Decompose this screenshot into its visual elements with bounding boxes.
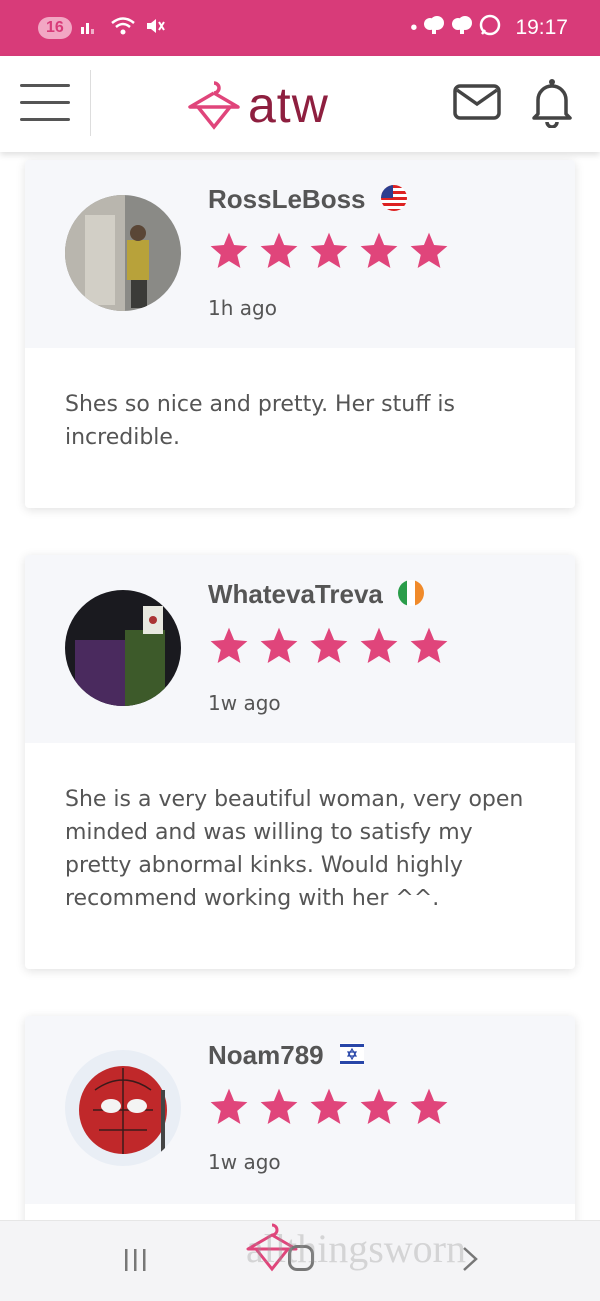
app-header: atw xyxy=(0,56,600,152)
star-icon xyxy=(260,1088,298,1124)
star-icon xyxy=(360,232,398,268)
cloud-icon xyxy=(423,15,445,41)
review-header: Noam789 1w ago xyxy=(25,1016,575,1204)
star-icon xyxy=(360,627,398,663)
review-card: Noam789 1w ago xyxy=(25,1016,575,1220)
ireland-flag-icon xyxy=(398,579,425,613)
star-icon xyxy=(210,232,248,268)
atw-logo[interactable]: atw xyxy=(186,70,329,140)
star-icon xyxy=(210,627,248,663)
avatar[interactable] xyxy=(65,195,181,311)
notification-count-badge: 16 xyxy=(38,17,72,39)
star-icon xyxy=(410,627,448,663)
hamburger-icon[interactable] xyxy=(20,84,70,124)
review-time: 1w ago xyxy=(208,691,281,715)
review-card: WhatevaTreva 1w ago She is a very beauti… xyxy=(25,555,575,969)
avatar[interactable] xyxy=(65,1050,181,1166)
username-text: Noam789 xyxy=(208,1040,324,1070)
whatsapp-icon xyxy=(479,14,501,42)
bell-icon[interactable] xyxy=(530,78,574,132)
header-divider xyxy=(90,70,91,136)
star-rating xyxy=(208,1086,450,1128)
review-header: WhatevaTreva 1w ago xyxy=(25,555,575,743)
review-username[interactable]: Noam789 xyxy=(208,1040,365,1074)
logo-text: atw xyxy=(248,77,329,133)
dot-icon: • xyxy=(410,16,418,39)
wifi-icon xyxy=(110,16,136,41)
review-username[interactable]: WhatevaTreva xyxy=(208,579,425,613)
system-nav-bar: allthingsworn xyxy=(0,1220,600,1301)
star-icon xyxy=(310,627,348,663)
review-header: RossLeBoss 1h ago xyxy=(25,160,575,348)
cloud-icon xyxy=(451,15,473,41)
watermark-text: allthingsworn xyxy=(246,1226,466,1271)
review-time: 1h ago xyxy=(208,296,277,320)
star-icon xyxy=(260,627,298,663)
review-card: RossLeBoss 1h ago Shes so nice and prett… xyxy=(25,160,575,508)
recents-icon[interactable] xyxy=(122,1247,150,1277)
review-text: She is a very beautiful woman, very open… xyxy=(65,787,524,911)
hanger-logo-icon xyxy=(188,81,240,130)
signal-icon xyxy=(80,17,102,40)
star-icon xyxy=(410,1088,448,1124)
israel-flag-icon xyxy=(339,1041,365,1074)
star-icon xyxy=(360,1088,398,1124)
reviews-feed[interactable]: RossLeBoss 1h ago Shes so nice and prett… xyxy=(0,152,600,1220)
mute-icon xyxy=(144,16,166,41)
us-flag-icon xyxy=(380,184,407,218)
star-icon xyxy=(310,1088,348,1124)
back-icon[interactable] xyxy=(460,1245,480,1277)
star-icon xyxy=(410,232,448,268)
review-username[interactable]: RossLeBoss xyxy=(208,184,407,218)
username-text: WhatevaTreva xyxy=(208,579,383,609)
star-icon xyxy=(260,232,298,268)
username-text: RossLeBoss xyxy=(208,184,366,214)
mail-icon[interactable] xyxy=(453,84,501,124)
review-text: Shes so nice and pretty. Her stuff is in… xyxy=(65,392,455,450)
avatar[interactable] xyxy=(65,590,181,706)
review-text xyxy=(25,1204,575,1220)
status-bar: 16 • 19:17 xyxy=(0,0,600,56)
clock: 19:17 xyxy=(515,16,568,39)
star-rating xyxy=(208,625,450,667)
review-time: 1w ago xyxy=(208,1150,281,1174)
star-rating xyxy=(208,230,450,272)
star-icon xyxy=(310,232,348,268)
star-icon xyxy=(210,1088,248,1124)
